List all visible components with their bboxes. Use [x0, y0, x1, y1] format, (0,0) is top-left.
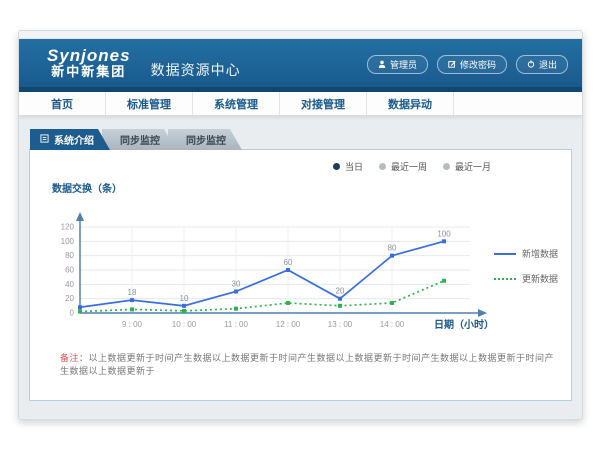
filter-label: 最近一月: [455, 160, 491, 173]
legend-label: 新增数据: [522, 247, 558, 260]
app-window: Synjones 新中新集团 数据资源中心 管理员 修改密码: [18, 30, 583, 420]
line-chart: 0 20 40 60 80 100 120 9 : 00 10 : 00 11 : 00 12 : …: [42, 195, 494, 337]
tab-label: 同步监控: [120, 132, 160, 147]
footnote-text: 以上数据更新于时间产生数据以上数据更新于时间产生数据以上数据更新于时间产生数据以…: [60, 353, 554, 376]
main-nav: 首页 标准管理 系统管理 对接管理 数据异动: [19, 92, 582, 116]
tab-bar: 系统介绍 同步监控 同步监控: [30, 129, 572, 150]
nav-item-data-change[interactable]: 数据异动: [367, 92, 454, 115]
nav-item-system[interactable]: 系统管理: [193, 92, 280, 115]
legend-item-new-data[interactable]: 新增数据: [494, 247, 559, 260]
svg-text:12 : 00: 12 : 00: [276, 320, 301, 329]
svg-text:120: 120: [61, 223, 75, 232]
svg-text:13 : 00: 13 : 00: [328, 320, 353, 329]
range-filters: 当日 最近一周 最近一月: [333, 160, 491, 173]
power-icon: [527, 60, 535, 68]
svg-text:18: 18: [128, 288, 137, 297]
svg-text:100: 100: [61, 237, 75, 246]
tab-sync-monitor-2[interactable]: 同步监控: [168, 129, 242, 150]
svg-text:80: 80: [65, 251, 74, 260]
legend-label: 更新数据: [522, 272, 558, 285]
y-axis-title: 数据交换（条）: [52, 180, 559, 195]
tab-sync-monitor-1[interactable]: 同步监控: [102, 129, 176, 150]
svg-text:日期（小时）: 日期（小时）: [434, 318, 494, 331]
logout-label: 退出: [539, 58, 557, 71]
tab-label: 同步监控: [186, 132, 226, 147]
nav-item-interface[interactable]: 对接管理: [280, 92, 367, 115]
svg-text:14 : 00: 14 : 00: [380, 320, 405, 329]
solid-line-icon: [494, 253, 516, 255]
brand-logo: Synjones 新中新集团: [47, 47, 131, 78]
svg-text:20: 20: [65, 294, 74, 303]
edit-icon: [448, 60, 456, 68]
radio-selected-icon: [333, 163, 340, 170]
svg-text:30: 30: [232, 280, 241, 289]
window-top-strip: [19, 31, 582, 39]
change-password-button[interactable]: 修改密码: [437, 55, 507, 74]
nav-item-standards[interactable]: 标准管理: [106, 92, 193, 115]
filter-last-week[interactable]: 最近一周: [379, 160, 427, 173]
footnote-prefix: 备注：: [60, 353, 89, 363]
tab-system-intro[interactable]: 系统介绍: [30, 129, 110, 150]
logout-button[interactable]: 退出: [516, 55, 568, 74]
dotted-line-icon: [494, 278, 516, 280]
user-actions: 管理员 修改密码 退出: [367, 55, 568, 74]
svg-text:60: 60: [65, 266, 74, 275]
app-header: Synjones 新中新集团 数据资源中心 管理员 修改密码: [19, 39, 582, 87]
admin-user-button[interactable]: 管理员: [367, 55, 428, 74]
filter-label: 当日: [345, 160, 363, 173]
chart-panel: 当日 最近一周 最近一月 数据交换（条） 0 20 40 60 80 100 120 9 : …: [29, 149, 572, 401]
filter-today[interactable]: 当日: [333, 160, 363, 173]
change-password-label: 修改密码: [460, 58, 496, 71]
legend-item-update-data[interactable]: 更新数据: [494, 272, 559, 285]
footnote: 备注：以上数据更新于时间产生数据以上数据更新于时间产生数据以上数据更新于时间产生…: [60, 351, 559, 377]
page: Synjones 新中新集团 数据资源中心 管理员 修改密码: [0, 0, 600, 450]
document-icon: [40, 134, 49, 146]
brand-name: Synjones: [47, 47, 131, 65]
svg-text:10 : 00: 10 : 00: [172, 320, 197, 329]
svg-text:60: 60: [284, 258, 293, 267]
svg-text:80: 80: [388, 244, 397, 253]
admin-user-label: 管理员: [390, 58, 417, 71]
chart-legend: 新增数据 更新数据: [494, 195, 559, 337]
svg-text:0: 0: [70, 309, 75, 318]
page-title: 数据资源中心: [151, 60, 241, 80]
content-area: 系统介绍 同步监控 同步监控 当日 最近一周: [19, 116, 582, 401]
brand-name-cn: 新中新集团: [47, 65, 131, 79]
svg-text:40: 40: [65, 280, 74, 289]
filter-last-month[interactable]: 最近一月: [443, 160, 491, 173]
chart-row: 0 20 40 60 80 100 120 9 : 00 10 : 00 11 : 00 12 : …: [42, 195, 559, 337]
svg-text:11 : 00: 11 : 00: [224, 320, 248, 329]
tab-label: 系统介绍: [54, 132, 94, 147]
svg-text:20: 20: [336, 287, 345, 296]
filter-label: 最近一周: [391, 160, 427, 173]
svg-text:10: 10: [180, 294, 189, 303]
user-icon: [378, 60, 386, 68]
nav-item-home[interactable]: 首页: [19, 92, 106, 115]
radio-icon: [443, 163, 450, 170]
radio-icon: [379, 163, 386, 170]
svg-text:9 : 00: 9 : 00: [122, 320, 143, 329]
svg-text:100: 100: [437, 229, 451, 238]
